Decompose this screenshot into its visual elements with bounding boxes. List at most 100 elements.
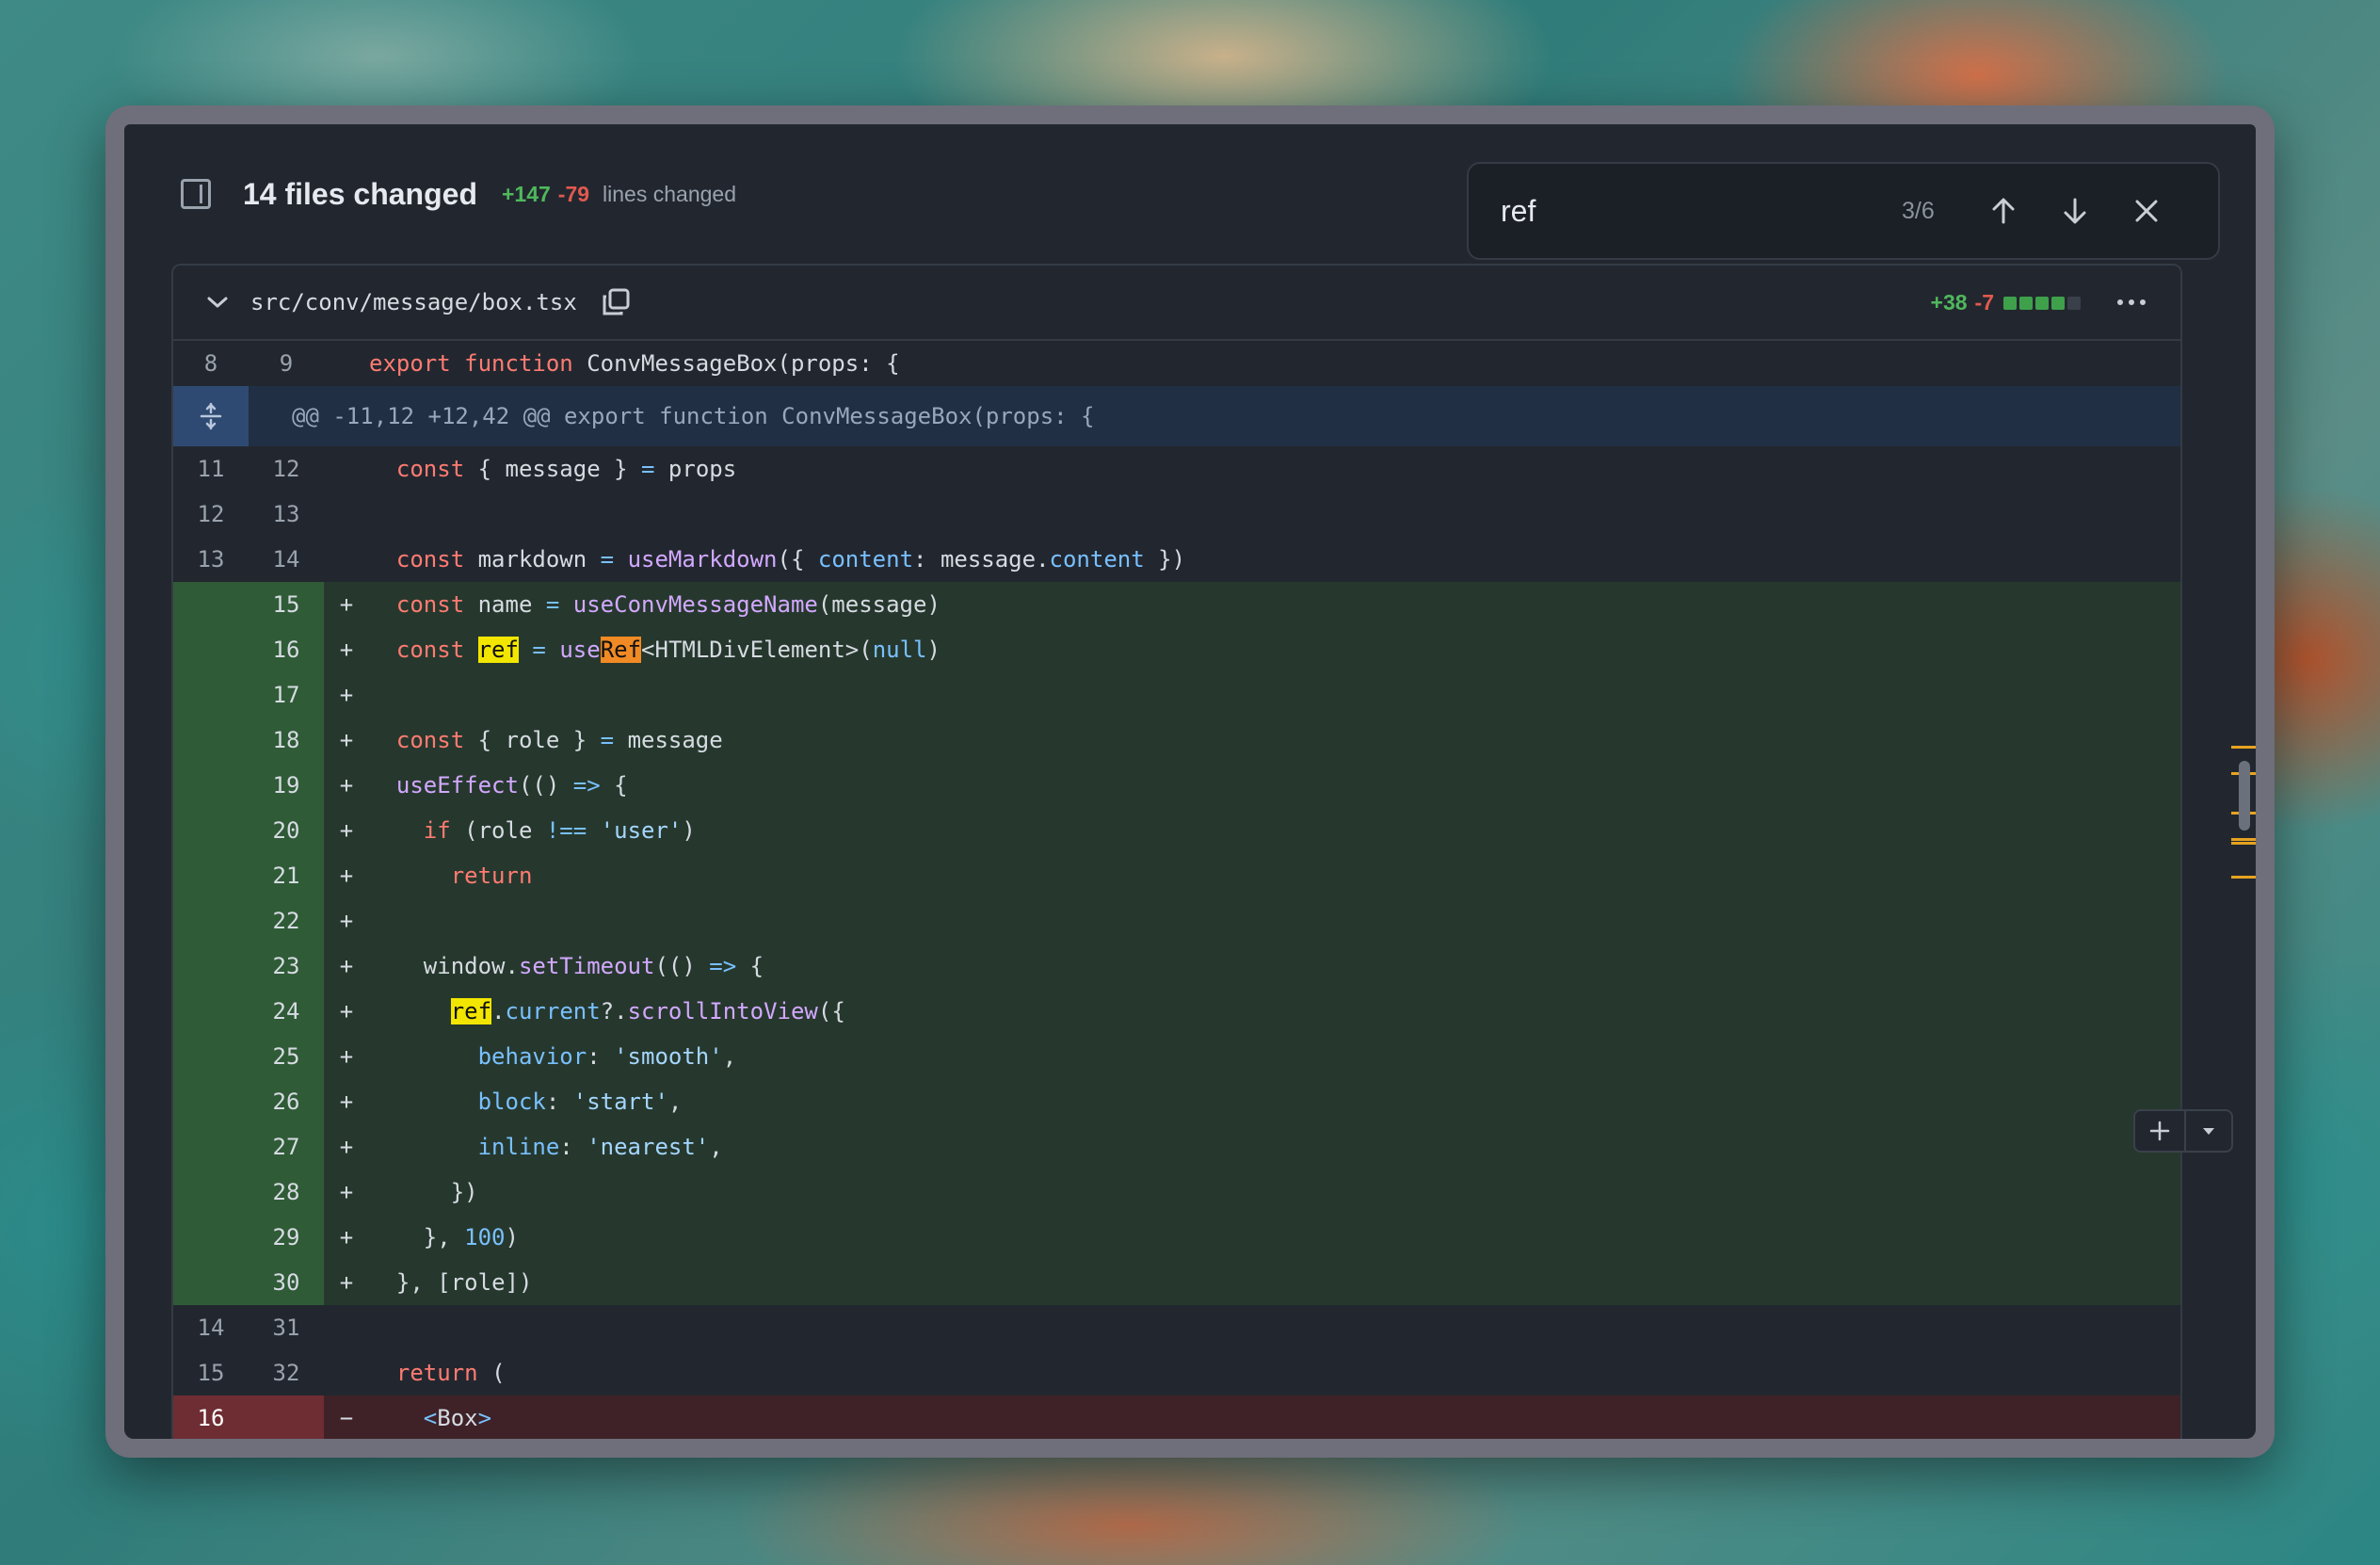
new-line-number: 17 [272,682,300,708]
code-text: const ref = useRef<HTMLDivElement>(null) [395,637,941,663]
new-line-number: 14 [272,546,300,573]
added-line: 30 + }, [role]) [173,1260,2180,1305]
added-line: 23 + window.setTimeout(() => { [173,944,2180,989]
old-line-number: 12 [197,501,225,527]
caret-down-icon [2203,1128,2214,1135]
diff-sign: + [339,637,354,663]
diff-line: 14 31 [173,1305,2180,1350]
old-line-number: 14 [197,1315,225,1341]
added-line: 18 + const { role } = message [173,718,2180,763]
new-line-number: 24 [272,998,300,1025]
code-text: const name = useConvMessageName(message) [395,591,941,618]
diffstat-block [2019,296,2033,310]
code-text: return ( [395,1360,506,1386]
deleted-line: 16 − <Box> [173,1396,2180,1439]
file-deletions: -7 [1974,290,1994,315]
copy-path-button[interactable] [600,286,632,318]
total-deletions: -79 [557,181,590,206]
copy-icon [603,288,630,315]
old-line-number: 15 [197,1360,225,1386]
arrow-up-icon [1992,198,2015,224]
code-text: window.setTimeout(() => { [423,953,764,979]
new-line-number: 9 [279,350,294,377]
diff-sign: + [339,998,354,1025]
diffstat-block [2035,296,2049,310]
app-window: 14 files changed +147 -79 lines changed … [105,105,2275,1458]
added-line: 25 + behavior: 'smooth', [173,1034,2180,1079]
diff-sign: + [339,591,354,618]
hunk-header: @@ -11,12 +12,42 @@ export function Conv… [173,386,2180,446]
code-text: }, 100) [423,1224,519,1250]
diff-sign: + [339,1224,354,1250]
code-text: useEffect(() => { [395,772,628,799]
find-input[interactable] [1501,193,1877,229]
scrollbar[interactable] [2231,264,2256,1439]
file-path: src/conv/message/box.tsx [250,289,577,315]
diff-sign: + [339,1179,354,1205]
files-changed-title: 14 files changed [243,176,477,211]
diff-line: 8 9 export function ConvMessageBox(props:… [173,341,2180,386]
added-line: 17 + [173,672,2180,718]
find-bar: 3/6 [1467,162,2220,260]
added-line: 21 + return [173,853,2180,898]
close-icon [2135,200,2158,222]
new-line-number: 12 [272,456,300,482]
new-line-number: 22 [272,908,300,934]
plus-icon [2149,1121,2170,1141]
diff-body: 8 9 export function ConvMessageBox(props:… [173,341,2180,1439]
new-line-number: 18 [272,727,300,753]
diffstat-block [2051,296,2065,310]
code-text: block: 'start', [477,1089,683,1115]
diffstat-block [2067,296,2081,310]
added-line: 28 + }) [173,1170,2180,1215]
new-line-number: 28 [272,1179,300,1205]
next-match-button[interactable] [2039,183,2111,239]
find-match-count: 3/6 [1902,197,1935,224]
code-text: ref.current?.scrollIntoView({ [450,998,845,1025]
search-match: ref [450,998,492,1025]
diff-line: 12 13 [173,492,2180,537]
added-line: 26 + block: 'start', [173,1079,2180,1124]
diff-sign: + [339,1269,354,1296]
file-header: src/conv/message/box.tsx +38 -7 [173,266,2180,341]
code-text: const { message } = props [395,456,737,482]
line-options-dropdown[interactable] [2186,1111,2231,1151]
file-diff: src/conv/message/box.tsx +38 -7 8 9 expo… [171,264,2182,1439]
diff-line: 15 32 return ( [173,1350,2180,1396]
code-text: inline: 'nearest', [477,1134,723,1160]
added-line: 27 + inline: 'nearest', [173,1124,2180,1170]
new-line-number: 25 [272,1043,300,1070]
current-search-match: Ref [600,637,642,663]
lines-changed-label: lines changed [603,181,736,206]
new-line-number: 27 [272,1134,300,1160]
file-more-button[interactable] [2113,286,2150,318]
scroll-match-marker [2231,838,2256,841]
old-line-number: 11 [197,456,225,482]
expand-hunk-button[interactable] [173,386,249,446]
collapse-file-button[interactable] [205,290,230,315]
code-text: <Box> [423,1405,492,1431]
old-line-number: 8 [203,350,218,377]
previous-match-button[interactable] [1968,183,2039,239]
scroll-match-marker [2231,746,2256,749]
diff-sign: + [339,908,354,934]
diff-line: 11 12 const { message } = props [173,446,2180,492]
diff-viewer: 14 files changed +147 -79 lines changed … [124,124,2256,1439]
close-find-button[interactable] [2111,183,2182,239]
new-line-number: 19 [272,772,300,799]
new-line-number: 26 [272,1089,300,1115]
expand-icon [200,402,222,430]
code-text: behavior: 'smooth', [477,1043,737,1070]
new-line-number: 30 [272,1269,300,1296]
new-line-number: 16 [272,637,300,663]
code-text: const { role } = message [395,727,723,753]
new-line-number: 20 [272,817,300,844]
add-comment-button[interactable] [2135,1111,2186,1151]
diff-sign: + [339,772,354,799]
code-text: }, [role]) [395,1269,533,1296]
sidebar-toggle-icon[interactable] [181,179,211,209]
new-line-number: 13 [272,501,300,527]
new-line-number: 29 [272,1224,300,1250]
scroll-match-marker [2231,842,2256,845]
scrollbar-thumb[interactable] [2239,761,2250,831]
